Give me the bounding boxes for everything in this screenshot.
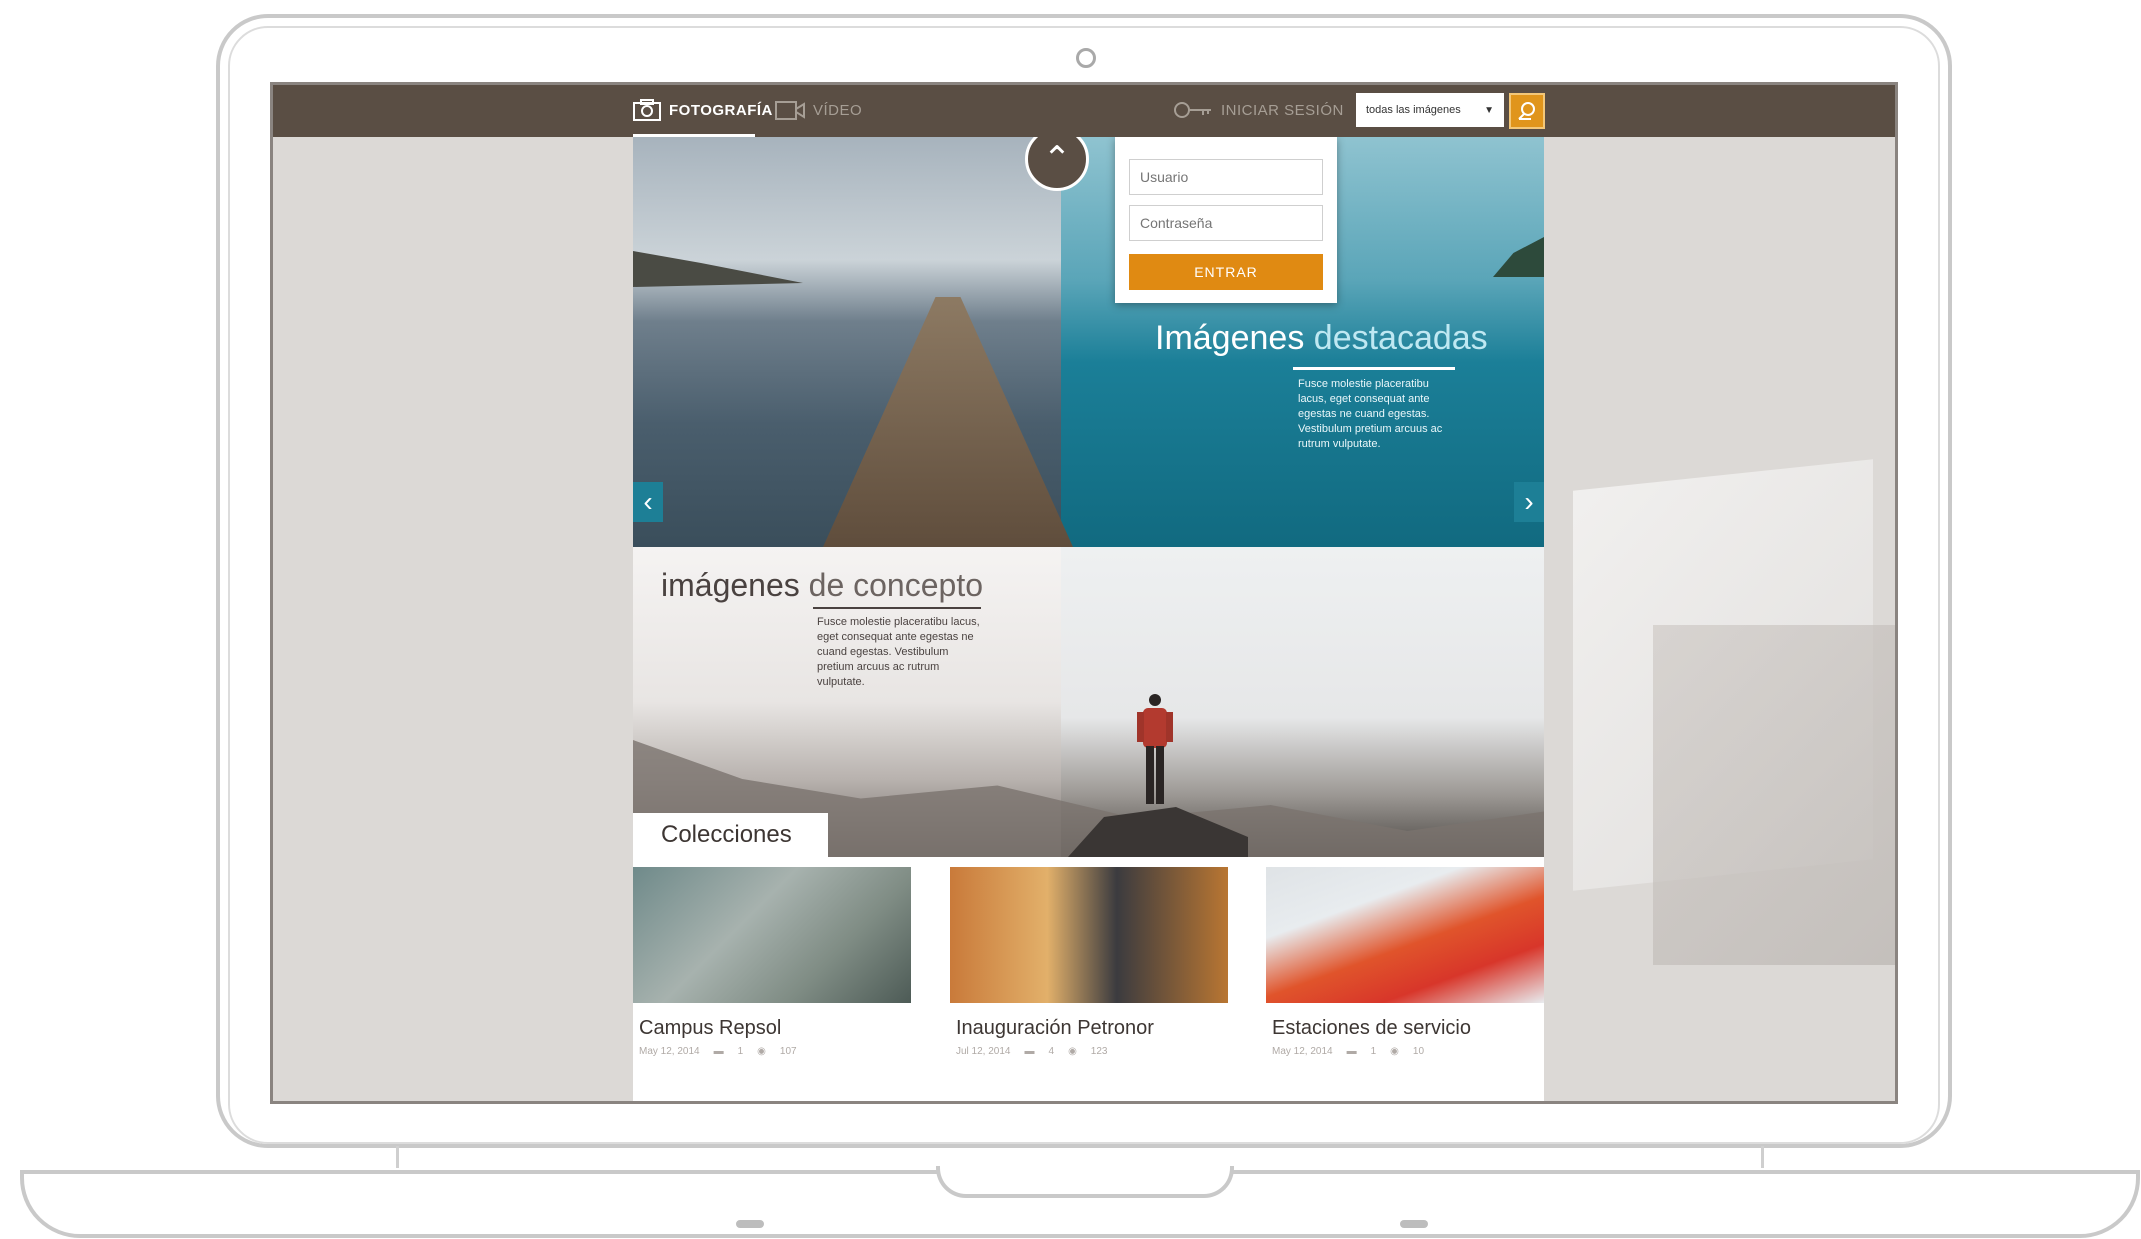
collection-date: May 12, 2014 <box>639 1046 700 1057</box>
featured-title-accent: destacadas <box>1313 319 1488 357</box>
chevron-down-icon: ▼ <box>1484 104 1494 116</box>
carousel-prev-button[interactable]: ‹ <box>633 482 663 522</box>
collection-card[interactable]: Inauguración Petronor Jul 12, 2014 ▬ 4 ◉ 1… <box>950 867 1228 1057</box>
collection-title: Campus Repsol <box>639 1017 782 1039</box>
nav-photo-label: FOTOGRAFÍA <box>669 101 773 119</box>
featured-title: Imágenes destacadas <box>1155 319 1488 358</box>
login-dropdown: ENTRAR <box>1115 137 1337 303</box>
collection-thumbnail <box>950 867 1228 1003</box>
collection-meta: Jul 12, 2014 ▬ 4 ◉ 123 <box>956 1046 1228 1057</box>
collection-thumbnail <box>1266 867 1544 1003</box>
hiker-figure <box>1137 694 1173 804</box>
comment-icon: ▬ <box>1024 1046 1035 1057</box>
concept-title-main: imágenes <box>661 567 800 603</box>
collection-date: Jul 12, 2014 <box>956 1046 1011 1057</box>
collection-title: Estaciones de servicio <box>1272 1017 1471 1039</box>
nav-photo-tab[interactable]: FOTOGRAFÍA <box>633 99 773 121</box>
collection-thumbnail <box>633 867 911 1003</box>
concept-title-light: de concepto <box>808 567 983 603</box>
comment-icon: ▬ <box>1346 1046 1357 1057</box>
search-button[interactable] <box>1509 93 1545 129</box>
camera-icon <box>633 99 661 121</box>
search-icon <box>1518 102 1535 120</box>
concept-divider <box>813 607 981 609</box>
concept-title: imágenes de concepto <box>661 567 983 604</box>
eye-icon: ◉ <box>1390 1046 1399 1057</box>
laptop-foot <box>736 1220 764 1228</box>
collection-date: May 12, 2014 <box>1272 1046 1333 1057</box>
collection-title: Inauguración Petronor <box>956 1017 1154 1039</box>
username-field[interactable] <box>1129 159 1323 195</box>
top-navigation-bar: FOTOGRAFÍA VÍDEO INICIAR SESIÓN todas la… <box>273 85 1895 137</box>
collection-card[interactable]: Campus Repsol May 12, 2014 ▬ 1 ◉ 107 <box>633 867 911 1057</box>
comment-count: 1 <box>737 1046 744 1057</box>
view-count: 107 <box>779 1046 797 1057</box>
laptop-hinge <box>396 1146 1764 1168</box>
collection-meta: May 12, 2014 ▬ 1 ◉ 10 <box>1272 1046 1544 1057</box>
laptop-notch <box>936 1166 1234 1198</box>
main-content: ‹ › Imágenes destacadas Fusce molestie p… <box>633 137 1544 1101</box>
login-link[interactable]: INICIAR SESIÓN <box>1173 101 1344 119</box>
view-count: 123 <box>1090 1046 1108 1057</box>
comment-count: 4 <box>1048 1046 1055 1057</box>
comment-count: 1 <box>1370 1046 1377 1057</box>
carousel-next-button[interactable]: › <box>1514 482 1544 522</box>
login-label: INICIAR SESIÓN <box>1221 101 1344 119</box>
collections-heading: Colecciones <box>633 813 828 857</box>
comment-icon: ▬ <box>713 1046 724 1057</box>
view-count: 10 <box>1412 1046 1425 1057</box>
screen: FOTOGRAFÍA VÍDEO INICIAR SESIÓN todas la… <box>270 82 1898 1104</box>
search-scope-select[interactable]: todas las imágenes ▼ <box>1356 93 1504 127</box>
key-icon <box>1174 102 1211 118</box>
eye-icon: ◉ <box>757 1046 766 1057</box>
featured-divider <box>1293 367 1455 370</box>
background-decoration <box>1653 625 1895 965</box>
search-scope-value: todas las imágenes <box>1366 104 1461 116</box>
chevron-right-icon: › <box>1524 486 1534 517</box>
chevron-left-icon: ‹ <box>643 486 653 517</box>
collection-meta: May 12, 2014 ▬ 1 ◉ 107 <box>639 1046 911 1057</box>
webcam <box>1076 48 1096 68</box>
collection-card[interactable]: Estaciones de servicio May 12, 2014 ▬ 1 ◉… <box>1266 867 1544 1057</box>
video-camera-icon <box>775 101 805 120</box>
laptop-foot <box>1400 1220 1428 1228</box>
nav-video-tab[interactable]: VÍDEO <box>775 99 862 121</box>
eye-icon: ◉ <box>1068 1046 1077 1057</box>
concept-text: Fusce molestie placeratibu lacus, eget c… <box>817 616 980 688</box>
password-field[interactable] <box>1129 205 1323 241</box>
login-submit-button[interactable]: ENTRAR <box>1129 254 1323 290</box>
featured-title-main: Imágenes <box>1155 319 1305 357</box>
chevron-up-icon: ⌃ <box>1042 140 1072 178</box>
nav-video-label: VÍDEO <box>813 101 863 119</box>
featured-text: Fusce molestie placeratibu lacus, eget c… <box>1298 378 1443 450</box>
